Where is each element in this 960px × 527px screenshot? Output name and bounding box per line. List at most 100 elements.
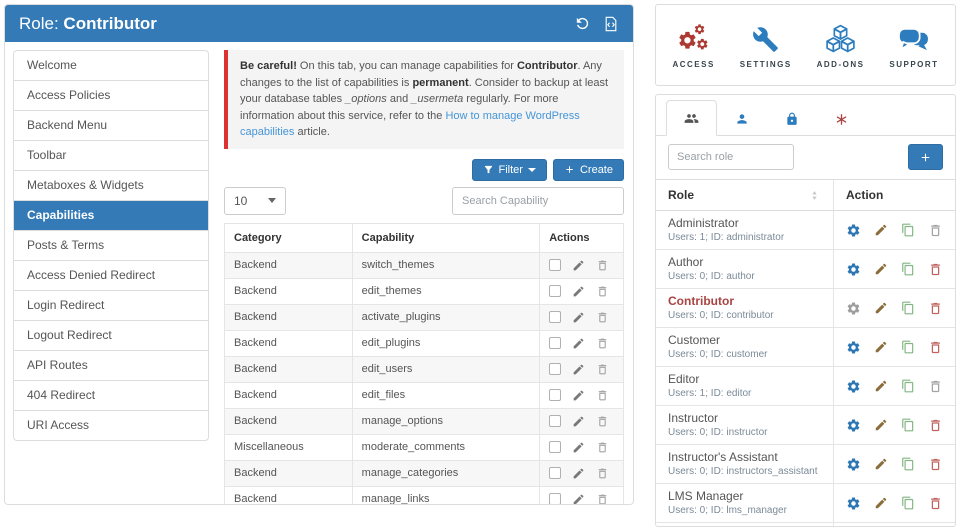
edit-icon[interactable] bbox=[572, 441, 585, 454]
filter-button[interactable]: Filter bbox=[472, 159, 547, 181]
copy-icon[interactable] bbox=[901, 223, 915, 237]
delete-icon[interactable] bbox=[596, 311, 609, 324]
capability-checkbox[interactable] bbox=[549, 415, 561, 427]
edit-icon[interactable] bbox=[572, 337, 585, 350]
restore-icon[interactable] bbox=[574, 15, 591, 32]
roles-table: Role Action AdministratorUsers: 1; ID: a… bbox=[656, 179, 955, 527]
sidebar-item-toolbar[interactable]: Toolbar bbox=[14, 141, 208, 171]
nav-item-addons[interactable]: ADD-ONS bbox=[817, 21, 865, 69]
page-size-select[interactable]: 10 bbox=[224, 187, 286, 215]
edit-icon[interactable] bbox=[572, 285, 585, 298]
delete-icon[interactable] bbox=[928, 418, 943, 433]
edit-icon[interactable] bbox=[874, 262, 888, 276]
edit-icon[interactable] bbox=[572, 493, 585, 506]
delete-icon[interactable] bbox=[928, 262, 943, 277]
edit-icon[interactable] bbox=[572, 467, 585, 480]
edit-icon[interactable] bbox=[874, 223, 888, 237]
delete-icon[interactable] bbox=[596, 389, 609, 402]
role-row: ContributorUsers: 0; ID: contributor bbox=[656, 289, 955, 328]
tab-roles[interactable] bbox=[666, 100, 717, 136]
add-role-button[interactable] bbox=[908, 144, 943, 170]
sidebar-item-uri-access[interactable]: URI Access bbox=[14, 411, 208, 440]
capability-checkbox[interactable] bbox=[549, 467, 561, 479]
role-row: AuthorUsers: 0; ID: author bbox=[656, 250, 955, 289]
copy-icon[interactable] bbox=[901, 496, 915, 510]
tab-permissions[interactable] bbox=[767, 101, 817, 136]
column-header-category: Category bbox=[225, 223, 353, 252]
edit-icon[interactable] bbox=[572, 259, 585, 272]
capability-checkbox[interactable] bbox=[549, 285, 561, 297]
capabilities-table: Category Capability Actions Backendswitc… bbox=[224, 223, 624, 506]
capability-checkbox[interactable] bbox=[549, 259, 561, 271]
sort-icon[interactable] bbox=[808, 189, 821, 202]
role-settings-icon[interactable] bbox=[846, 262, 861, 277]
copy-icon[interactable] bbox=[901, 301, 915, 315]
sidebar-item-access-denied-redirect[interactable]: Access Denied Redirect bbox=[14, 261, 208, 291]
capability-checkbox[interactable] bbox=[549, 441, 561, 453]
delete-icon[interactable] bbox=[596, 285, 609, 298]
copy-icon[interactable] bbox=[901, 457, 915, 471]
edit-icon[interactable] bbox=[572, 415, 585, 428]
sidebar-item-api-routes[interactable]: API Routes bbox=[14, 351, 208, 381]
copy-icon[interactable] bbox=[901, 418, 915, 432]
tab-required[interactable] bbox=[817, 102, 866, 136]
role-settings-icon[interactable] bbox=[846, 457, 861, 472]
delete-icon[interactable] bbox=[928, 496, 943, 511]
role-row: Instructor's AssistantUsers: 0; ID: inst… bbox=[656, 445, 955, 484]
nav-item-support[interactable]: SUPPORT bbox=[889, 21, 938, 69]
tab-users[interactable] bbox=[717, 101, 767, 136]
delete-icon[interactable] bbox=[596, 493, 609, 506]
capability-checkbox[interactable] bbox=[549, 363, 561, 375]
delete-icon[interactable] bbox=[596, 259, 609, 272]
export-code-icon[interactable] bbox=[603, 16, 619, 32]
table-row: Backendactivate_plugins bbox=[225, 304, 624, 330]
nav-item-settings[interactable]: SETTINGS bbox=[740, 21, 792, 69]
delete-icon[interactable] bbox=[596, 363, 609, 376]
edit-icon[interactable] bbox=[572, 389, 585, 402]
copy-icon[interactable] bbox=[901, 340, 915, 354]
sidebar-item-posts-terms[interactable]: Posts & Terms bbox=[14, 231, 208, 261]
role-settings-icon[interactable] bbox=[846, 223, 861, 238]
edit-icon[interactable] bbox=[874, 496, 888, 510]
capability-checkbox[interactable] bbox=[549, 389, 561, 401]
sidebar-item-backend-menu[interactable]: Backend Menu bbox=[14, 111, 208, 141]
role-settings-icon[interactable] bbox=[846, 379, 861, 394]
delete-icon[interactable] bbox=[596, 441, 609, 454]
create-button[interactable]: Create bbox=[553, 159, 624, 181]
delete-icon[interactable] bbox=[596, 415, 609, 428]
sidebar-item-access-policies[interactable]: Access Policies bbox=[14, 81, 208, 111]
sidebar-item-logout-redirect[interactable]: Logout Redirect bbox=[14, 321, 208, 351]
delete-icon[interactable] bbox=[596, 467, 609, 480]
role-settings-icon[interactable] bbox=[846, 340, 861, 355]
role-settings-icon[interactable] bbox=[846, 496, 861, 511]
role-settings-icon[interactable] bbox=[846, 301, 861, 316]
sidebar-item-404-redirect[interactable]: 404 Redirect bbox=[14, 381, 208, 411]
delete-icon[interactable] bbox=[928, 301, 943, 316]
edit-icon[interactable] bbox=[874, 301, 888, 315]
edit-icon[interactable] bbox=[874, 379, 888, 393]
delete-icon[interactable] bbox=[928, 379, 943, 394]
role-settings-icon[interactable] bbox=[846, 418, 861, 433]
copy-icon[interactable] bbox=[901, 379, 915, 393]
delete-icon[interactable] bbox=[596, 337, 609, 350]
sidebar-item-login-redirect[interactable]: Login Redirect bbox=[14, 291, 208, 321]
copy-icon[interactable] bbox=[901, 262, 915, 276]
search-capability-input[interactable] bbox=[452, 187, 624, 215]
role-name: Author bbox=[668, 255, 821, 269]
sidebar-item-welcome[interactable]: Welcome bbox=[14, 51, 208, 81]
edit-icon[interactable] bbox=[572, 363, 585, 376]
capability-checkbox[interactable] bbox=[549, 493, 561, 505]
capability-checkbox[interactable] bbox=[549, 337, 561, 349]
sidebar-item-metaboxes-widgets[interactable]: Metaboxes & Widgets bbox=[14, 171, 208, 201]
delete-icon[interactable] bbox=[928, 223, 943, 238]
capability-checkbox[interactable] bbox=[549, 311, 561, 323]
delete-icon[interactable] bbox=[928, 457, 943, 472]
search-role-input[interactable] bbox=[668, 144, 794, 170]
sidebar-item-capabilities[interactable]: Capabilities bbox=[14, 201, 208, 231]
edit-icon[interactable] bbox=[572, 311, 585, 324]
nav-item-access[interactable]: ACCESS bbox=[672, 21, 714, 69]
edit-icon[interactable] bbox=[874, 418, 888, 432]
edit-icon[interactable] bbox=[874, 457, 888, 471]
edit-icon[interactable] bbox=[874, 340, 888, 354]
delete-icon[interactable] bbox=[928, 340, 943, 355]
